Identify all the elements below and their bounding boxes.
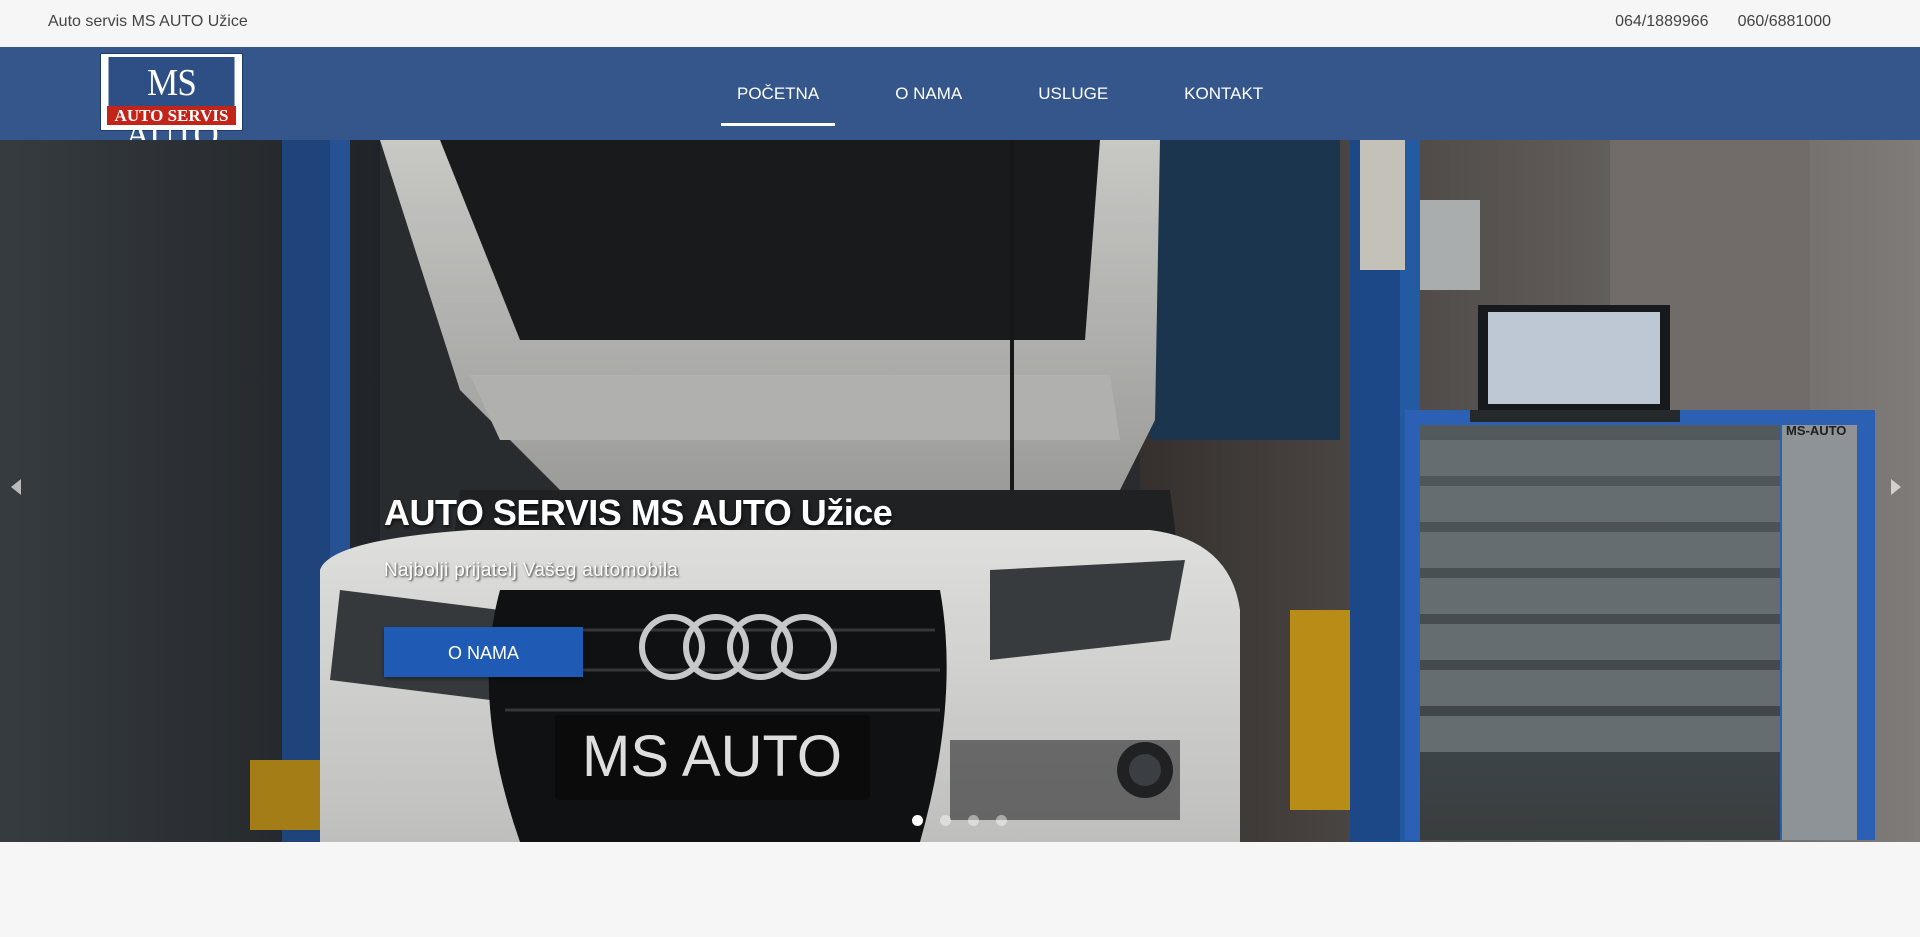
hero-background-image: MS-AUTO MS AUTO [0, 140, 1920, 842]
chevron-right-icon [1891, 479, 1901, 495]
slider-prev-button[interactable] [10, 478, 30, 508]
slider-next-button[interactable] [1890, 478, 1910, 508]
top-info-bar: Auto servis MS AUTO Užice 064/1889966 06… [0, 0, 1920, 47]
site-logo[interactable]: MS AUTO AUTO SERVIS [100, 53, 243, 156]
hero-o-nama-button[interactable]: O NAMA [384, 627, 583, 677]
hero-title: AUTO SERVIS MS AUTO Užice [384, 492, 893, 533]
slider-dot-3[interactable] [968, 815, 979, 826]
phone-number-1[interactable]: 064/1889966 [1615, 13, 1708, 31]
logo-title: MS AUTO [108, 57, 235, 156]
main-navbar: MS AUTO AUTO SERVIS POČETNA O NAMA USLUG… [0, 47, 1920, 156]
slider-dot-1[interactable] [912, 815, 923, 826]
phone-number-2[interactable]: 060/6881000 [1738, 13, 1831, 31]
nav-item-kontakt[interactable]: KONTAKT [1168, 47, 1279, 140]
slider-pagination [912, 815, 1007, 826]
slider-dot-2[interactable] [940, 815, 951, 826]
phone-numbers: 064/1889966 060/6881000 [1615, 13, 1831, 31]
chevron-left-icon [11, 479, 21, 495]
site-name-text: Auto servis MS AUTO Užice [48, 13, 248, 30]
nav-item-o-nama[interactable]: O NAMA [879, 47, 978, 140]
hero-slider: MS-AUTO MS AUTO AUTO SERVIS MS AUTO Užic… [0, 140, 1920, 842]
nav-item-pocetna[interactable]: POČETNA [721, 47, 836, 140]
nav-item-usluge[interactable]: USLUGE [1022, 47, 1124, 140]
logo-subtitle: AUTO SERVIS [107, 106, 236, 125]
hero-subtitle: Najbolji prijatelj Vašeg automobila [384, 560, 679, 581]
slider-dot-4[interactable] [996, 815, 1007, 826]
main-menu: POČETNA O NAMA USLUGE KONTAKT [721, 47, 1323, 140]
